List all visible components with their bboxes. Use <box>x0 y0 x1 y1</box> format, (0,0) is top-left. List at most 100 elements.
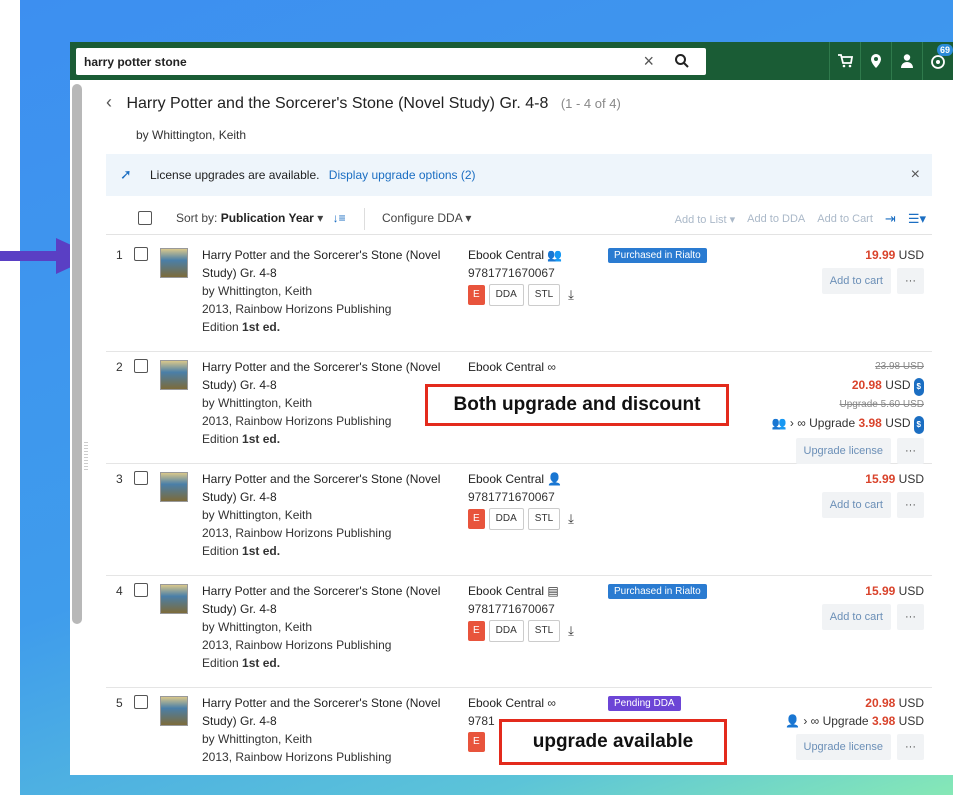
book-publisher: 2013, Rainbow Horizons Publishing <box>202 750 392 764</box>
select-all-checkbox[interactable] <box>138 211 152 225</box>
currency: USD <box>885 416 911 430</box>
license-tags: E DDA STL ⤓ <box>468 284 608 306</box>
sort-direction-icon[interactable]: ↓≡ <box>333 211 346 225</box>
price-column: 19.99 USD Add to cart ··· <box>821 246 924 294</box>
configure-dda-dropdown[interactable]: Configure DDA ▾ <box>382 211 471 225</box>
book-description: Harry Potter and the Sorcerer's Stone (N… <box>202 582 452 672</box>
book-cover-thumbnail[interactable] <box>160 696 188 726</box>
book-title-line1[interactable]: Harry Potter and the Sorcerer's Stone (N… <box>202 246 452 264</box>
book-publisher: 2013, Rainbow Horizons Publishing <box>202 638 392 652</box>
book-title-line2[interactable]: Study) Gr. 4-8 <box>202 264 452 282</box>
top-bar: × 69 <box>70 42 953 80</box>
book-title-line1[interactable]: Harry Potter and the Sorcerer's Stone (N… <box>202 470 452 488</box>
edition-value: 1st ed. <box>242 432 281 446</box>
more-options-button[interactable]: ··· <box>897 438 924 464</box>
upgrade-amount: 3.98 <box>858 416 882 430</box>
book-title-line2[interactable]: Study) Gr. 4-8 <box>202 600 452 618</box>
book-cover-thumbnail[interactable] <box>160 248 188 278</box>
more-options-button[interactable]: ··· <box>897 268 924 294</box>
close-banner-icon[interactable]: × <box>911 166 920 184</box>
sort-label: Sort by: <box>176 211 218 225</box>
pending-dda-badge: Pending DDA <box>608 696 681 711</box>
book-title-line2[interactable]: Study) Gr. 4-8 <box>202 376 452 394</box>
display-upgrade-options-link[interactable]: Display upgrade options (2) <box>329 168 476 182</box>
upgrade-license-button[interactable]: Upgrade license <box>795 734 891 760</box>
single-user-icon: 👤 <box>547 472 563 486</box>
callout-upgrade-available: upgrade available <box>499 719 727 765</box>
search-input[interactable] <box>76 48 612 75</box>
book-title-line1[interactable]: Harry Potter and the Sorcerer's Stone (N… <box>202 694 452 712</box>
add-to-cart-button[interactable]: Add to cart <box>821 604 891 630</box>
book-title-line2[interactable]: Study) Gr. 4-8 <box>202 488 452 506</box>
resize-handle[interactable] <box>84 440 88 470</box>
scrollbar[interactable] <box>72 84 82 624</box>
result-row: 4 Harry Potter and the Sorcerer's Stone … <box>106 576 932 688</box>
product-name: Ebook Central <box>468 472 545 486</box>
license-tags: E DDA STL ⤓ <box>468 508 608 530</box>
stl-tag[interactable]: STL <box>527 620 561 642</box>
book-author: by Whittington, Keith <box>202 508 313 522</box>
row-checkbox[interactable] <box>134 471 148 485</box>
notifications-icon[interactable]: 69 <box>922 42 953 80</box>
sort-value[interactable]: Publication Year <box>221 211 314 225</box>
currency: USD <box>898 714 924 728</box>
edition-value: 1st ed. <box>242 656 281 670</box>
dda-tag[interactable]: DDA <box>488 284 524 306</box>
results-content: ‹ Harry Potter and the Sorcerer's Stone … <box>92 80 953 775</box>
row-number: 4 <box>116 584 123 598</box>
row-actions: Upgrade license ··· <box>785 734 924 760</box>
upgrade-banner: ➚ License upgrades are available. Displa… <box>106 154 932 196</box>
add-to-dda-button[interactable]: Add to DDA <box>747 213 805 225</box>
book-cover-thumbnail[interactable] <box>160 584 188 614</box>
sort-dropdown-icon[interactable]: ▾ <box>317 211 326 225</box>
download-icon[interactable]: ⤓ <box>568 286 574 304</box>
add-to-cart-button[interactable]: Add to Cart <box>817 213 873 225</box>
search-icon[interactable] <box>674 53 690 69</box>
multi-user-icon: 👥 <box>547 248 563 262</box>
row-checkbox[interactable] <box>134 583 148 597</box>
stl-tag[interactable]: STL <box>527 508 561 530</box>
add-to-list-button[interactable]: Add to List ▾ <box>675 213 736 226</box>
book-cover-thumbnail[interactable] <box>160 472 188 502</box>
edition-value: 1st ed. <box>242 544 281 558</box>
row-checkbox[interactable] <box>134 359 148 373</box>
search-box[interactable]: × <box>76 48 706 75</box>
notification-count-badge: 69 <box>936 44 953 56</box>
edition-label: Edition <box>202 432 239 446</box>
row-actions: Add to cart ··· <box>821 604 924 630</box>
library-icon: ▤ <box>547 584 559 598</box>
book-author: by Whittington, Keith <box>202 732 313 746</box>
book-title-line2[interactable]: Study) Gr. 4-8 <box>202 712 452 730</box>
location-pin-icon[interactable] <box>860 42 891 80</box>
book-author: by Whittington, Keith <box>202 396 313 410</box>
dda-tag[interactable]: DDA <box>488 620 524 642</box>
more-options-button[interactable]: ··· <box>897 604 924 630</box>
price: 19.99 <box>865 248 896 262</box>
clear-search-icon[interactable]: × <box>643 51 654 71</box>
more-options-button[interactable]: ··· <box>897 492 924 518</box>
add-to-cart-button[interactable]: Add to cart <box>821 268 891 294</box>
banner-text: License upgrades are available. Display … <box>150 168 476 182</box>
edition-value: 1st ed. <box>242 320 281 334</box>
sort-control[interactable]: Sort by: Publication Year ▾ ↓≡ <box>176 211 346 225</box>
download-icon[interactable]: ⤓ <box>568 622 574 640</box>
row-checkbox[interactable] <box>134 695 148 709</box>
add-to-cart-button[interactable]: Add to cart <box>821 492 891 518</box>
download-icon[interactable]: ⤓ <box>568 510 574 528</box>
upgrade-license-button[interactable]: Upgrade license <box>795 438 891 464</box>
book-cover-thumbnail[interactable] <box>160 360 188 390</box>
book-title-line1[interactable]: Harry Potter and the Sorcerer's Stone (N… <box>202 582 452 600</box>
row-checkbox[interactable] <box>134 247 148 261</box>
export-icon[interactable]: ⇥ <box>885 211 896 227</box>
cart-icon[interactable] <box>829 42 860 80</box>
license-tags: E DDA STL ⤓ <box>468 620 608 642</box>
unlimited-icon: ∞ <box>547 696 556 710</box>
dda-tag[interactable]: DDA <box>488 508 524 530</box>
book-title-line1[interactable]: Harry Potter and the Sorcerer's Stone (N… <box>202 358 452 376</box>
view-options-icon[interactable]: ☰▾ <box>908 211 926 227</box>
back-chevron-icon[interactable]: ‹ <box>106 92 112 112</box>
stl-tag[interactable]: STL <box>527 284 561 306</box>
upgrade-label: Upgrade <box>809 416 856 430</box>
user-icon[interactable] <box>891 42 922 80</box>
more-options-button[interactable]: ··· <box>897 734 924 760</box>
